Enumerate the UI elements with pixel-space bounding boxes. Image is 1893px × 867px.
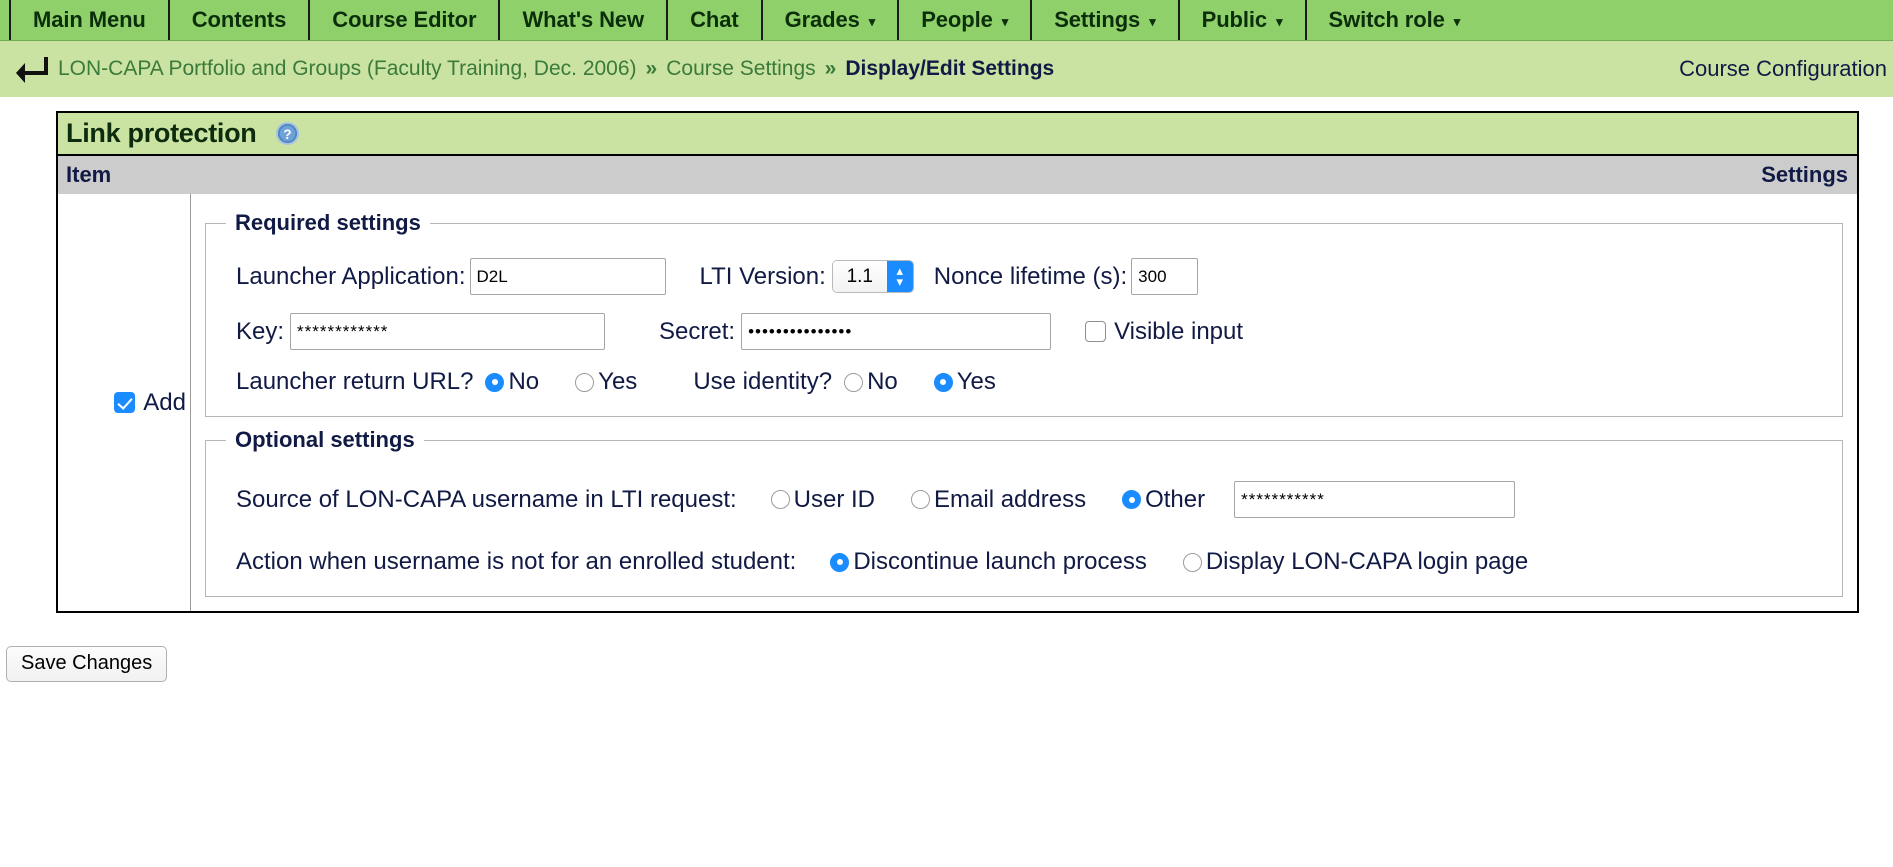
main-navigation-bar: Main Menu Contents Course Editor What's …: [0, 0, 1893, 41]
link-protection-panel: Link protection ? Item Settings Add Requ…: [56, 111, 1859, 613]
action-discontinue-radio[interactable]: [830, 552, 850, 572]
action-discontinue-label: Discontinue launch process: [853, 548, 1147, 575]
source-email-label: Email address: [934, 485, 1087, 513]
return-url-yes-radio[interactable]: [575, 372, 595, 392]
add-label: Add: [143, 388, 186, 416]
breadcrumb-separator: »: [824, 57, 837, 80]
use-identity-no-radio[interactable]: [844, 372, 864, 392]
column-header-row: Item Settings: [58, 156, 1857, 194]
nonce-lifetime-input[interactable]: [1131, 258, 1199, 295]
nav-item-grades[interactable]: Grades ▾: [763, 0, 900, 40]
breadcrumb-separator: »: [645, 57, 658, 80]
use-identity-no-label: No: [867, 368, 898, 395]
main-content-area: Link protection ? Item Settings Add Requ…: [0, 97, 1893, 613]
chevron-down-icon: ▾: [1001, 13, 1009, 29]
nav-label: Course Editor: [332, 7, 477, 32]
column-header-item: Item: [66, 162, 112, 187]
nav-label: Settings: [1054, 7, 1141, 32]
visible-input-checkbox[interactable]: [1085, 321, 1107, 342]
breadcrumb-course-link[interactable]: LON-CAPA Portfolio and Groups (Faculty T…: [58, 57, 637, 81]
lti-version-label: LTI Version:: [699, 262, 826, 290]
optional-settings-legend: Optional settings: [235, 427, 415, 452]
nav-label: Grades: [784, 7, 860, 32]
nav-item-main-menu[interactable]: Main Menu: [9, 0, 170, 40]
nav-item-people[interactable]: People ▾: [899, 0, 1033, 40]
required-settings-legend: Required settings: [235, 210, 421, 235]
nav-item-chat[interactable]: Chat: [668, 0, 763, 40]
add-item-cell: Add: [58, 194, 191, 611]
action-login-page-label: Display LON-CAPA login page: [1205, 548, 1529, 575]
source-other-label: Other: [1145, 485, 1206, 513]
panel-header: Link protection ?: [58, 113, 1857, 156]
chevron-down-icon: ▾: [1149, 13, 1156, 29]
username-source-label: Source of LON-CAPA username in LTI reque…: [236, 485, 737, 513]
nav-label: Switch role: [1328, 7, 1445, 32]
nav-item-public[interactable]: Public ▾: [1180, 0, 1307, 40]
panel-title: Link protection: [66, 118, 257, 148]
save-changes-button[interactable]: Save Changes: [6, 646, 168, 682]
nav-label: People: [921, 7, 993, 32]
nav-label: Chat: [690, 7, 739, 32]
return-url-yes-label: Yes: [598, 368, 638, 395]
return-url-no-radio[interactable]: [485, 372, 505, 392]
return-url-no-label: No: [508, 368, 540, 395]
page-title: Course Configuration: [1679, 56, 1887, 81]
breadcrumb: LON-CAPA Portfolio and Groups (Faculty T…: [0, 41, 1893, 97]
nav-label: Main Menu: [33, 7, 146, 32]
nav-item-whats-new[interactable]: What's New: [500, 0, 669, 40]
help-question-icon[interactable]: ?: [275, 121, 300, 146]
required-settings-fieldset: Required settings Launcher Application: …: [205, 210, 1843, 417]
add-checkbox[interactable]: [114, 392, 136, 413]
source-other-input[interactable]: [1234, 481, 1516, 518]
optional-settings-fieldset: Optional settings Source of LON-CAPA use…: [205, 427, 1843, 597]
lti-version-select[interactable]: 1.1 ▴ ▾: [831, 260, 914, 293]
settings-cell: Required settings Launcher Application: …: [191, 194, 1857, 611]
nonce-lifetime-label: Nonce lifetime (s):: [933, 262, 1128, 290]
nav-label: Contents: [191, 7, 287, 32]
chevron-down-icon: ▾: [868, 13, 876, 29]
use-identity-yes-label: Yes: [956, 368, 996, 395]
use-identity-yes-radio[interactable]: [933, 372, 953, 392]
column-header-settings: Settings: [1761, 162, 1848, 187]
source-user-id-radio[interactable]: [770, 490, 790, 509]
launcher-application-input[interactable]: [469, 258, 666, 295]
visible-input-label: Visible input: [1114, 317, 1244, 345]
nav-item-switch-role[interactable]: Switch role ▾: [1307, 0, 1483, 40]
stepper-chevrons-icon[interactable]: ▴ ▾: [886, 261, 913, 292]
launcher-application-label: Launcher Application:: [236, 262, 466, 290]
nav-item-contents[interactable]: Contents: [170, 0, 311, 40]
secret-input[interactable]: [741, 313, 1052, 350]
table-row: Add Required settings Launcher Applicati…: [58, 194, 1857, 611]
chevron-down-icon: ▾: [1453, 13, 1461, 29]
key-label: Key:: [236, 317, 285, 345]
nav-item-course-editor[interactable]: Course Editor: [310, 0, 501, 40]
nav-item-settings[interactable]: Settings ▾: [1032, 0, 1180, 40]
chevron-down-icon: ▾: [1276, 13, 1283, 29]
nav-label: Public: [1201, 7, 1268, 32]
lti-version-value: 1.1: [832, 261, 887, 292]
source-user-id-label: User ID: [793, 485, 876, 513]
source-other-radio[interactable]: [1122, 490, 1142, 509]
secret-label: Secret:: [659, 317, 736, 345]
svg-text:?: ?: [283, 127, 291, 142]
key-input[interactable]: [290, 313, 606, 350]
breadcrumb-current-page: Display/Edit Settings: [845, 57, 1055, 80]
footer-actions: Save Changes: [0, 613, 1893, 682]
unenrolled-action-label: Action when username is not for an enrol…: [236, 548, 797, 575]
launcher-return-url-label: Launcher return URL?: [236, 368, 474, 395]
use-identity-label: Use identity?: [693, 368, 833, 395]
nav-label: What's New: [522, 7, 645, 32]
return-arrow-icon[interactable]: [14, 54, 48, 84]
breadcrumb-course-settings-link[interactable]: Course Settings: [666, 57, 815, 81]
action-login-page-radio[interactable]: [1182, 552, 1202, 572]
source-email-radio[interactable]: [911, 490, 931, 509]
